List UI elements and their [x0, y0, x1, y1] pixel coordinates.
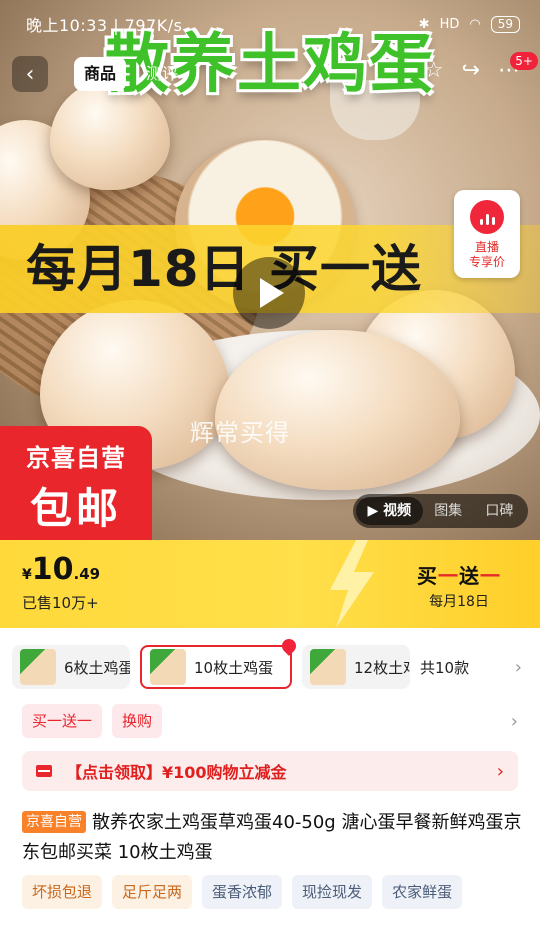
feature-tag: 足斤足两 — [112, 875, 193, 909]
hot-flame-icon — [279, 636, 299, 656]
variant-thumbnail — [310, 649, 346, 685]
back-button[interactable]: ‹ — [12, 56, 48, 92]
variant-thumbnail — [150, 649, 186, 685]
variant-thumbnail — [20, 649, 56, 685]
self-operated-tag: 京喜自营 — [22, 811, 86, 833]
play-button[interactable] — [233, 257, 305, 329]
media-tabs: ▶ 视频 图集 口碑 — [353, 494, 528, 528]
promo-banner-text: 每月18日 买一送 — [26, 240, 422, 298]
lightning-icon — [330, 540, 374, 628]
promo-tag[interactable]: 买一送一 — [22, 704, 103, 738]
wifi-icon: ◠ — [469, 16, 481, 32]
price-decimal: .49 — [73, 565, 101, 583]
variant-option[interactable]: 12枚土鸡 — [302, 645, 410, 689]
live-price-card[interactable]: 直播 专享价 — [454, 190, 520, 278]
feature-tag: 现捡现发 — [292, 875, 373, 909]
variant-option[interactable]: 6枚土鸡蛋 — [12, 645, 130, 689]
price-integer: 10 — [31, 552, 74, 587]
favorite-star-icon[interactable]: ☆ — [424, 58, 444, 83]
coupon-text: 【点击领取】¥100购物立减金 — [66, 763, 287, 782]
nav-tabs: 商品 测评 — [74, 57, 188, 91]
chevron-right-icon[interactable]: › — [511, 711, 518, 732]
tab-product[interactable]: 商品 — [74, 57, 127, 91]
feature-tag: 坏损包退 — [22, 875, 103, 909]
product-title: 京喜自营 散养农家土鸡蛋草鸡蛋40-50g 溏心蛋早餐新鲜鸡蛋京东包邮买菜 10枚… — [22, 808, 522, 868]
variant-label: 10枚土鸡蛋 — [194, 658, 274, 677]
play-icon — [260, 278, 284, 308]
coupon-icon — [36, 765, 52, 777]
variant-option-selected[interactable]: 10枚土鸡蛋 — [140, 636, 299, 689]
feature-tag: 蛋香浓郁 — [202, 875, 283, 909]
share-icon[interactable]: ↪ — [462, 58, 480, 83]
sold-count: 已售10万+ — [22, 594, 99, 612]
watermark: 辉常买得 — [190, 419, 290, 447]
variant-selector: 6枚土鸡蛋 10枚土鸡蛋 12枚土鸡 共10款 › — [12, 636, 522, 689]
battery-icon: 59 — [490, 15, 520, 33]
feature-tags: 坏损包退 足斤足两 蛋香浓郁 现捡现发 农家鲜蛋 — [22, 875, 463, 909]
media-tab-gallery[interactable]: 图集 — [423, 497, 474, 525]
jingxi-badge-line2: 包邮 — [29, 484, 122, 533]
price: ¥10.49 — [22, 552, 100, 587]
promo-tag[interactable]: 换购 — [112, 704, 163, 738]
media-tab-reviews[interactable]: 口碑 — [474, 497, 525, 525]
chevron-left-icon: ‹ — [25, 61, 35, 87]
bogo-date: 每月18日 — [429, 594, 489, 610]
price-currency: ¥ — [22, 567, 32, 583]
signal-icon: HD — [439, 16, 460, 32]
chevron-right-icon: › — [496, 760, 504, 782]
live-icon — [470, 200, 504, 234]
jingxi-badge: 京喜自营 包邮 — [0, 426, 152, 540]
variant-label: 6枚土鸡蛋 — [64, 658, 130, 677]
media-tab-video[interactable]: ▶ 视频 — [356, 497, 423, 525]
message-count-badge: 5+ — [510, 52, 538, 70]
status-bar: 晚上10:33 | 797K/s ✱ HD ◠ 59 — [0, 0, 540, 48]
bogo-title: 买一送一 — [417, 564, 501, 588]
chevron-right-icon[interactable]: › — [515, 657, 522, 678]
feature-tag: 农家鲜蛋 — [382, 875, 463, 909]
product-title-text: 散养农家土鸡蛋草鸡蛋40-50g 溏心蛋早餐新鲜鸡蛋京东包邮买菜 10枚土鸡蛋 — [22, 812, 522, 863]
live-price-label: 直播 专享价 — [468, 240, 505, 269]
status-time: 晚上10:33 | 797K/s — [26, 16, 183, 35]
variant-count[interactable]: 共10款 — [420, 657, 469, 678]
jingxi-badge-line1: 京喜自营 — [26, 444, 126, 472]
promo-tags[interactable]: 买一送一 换购 › — [22, 704, 518, 738]
bluetooth-icon: ✱ — [418, 16, 430, 32]
nav-actions: ☆ ↪ ⋯ — [424, 58, 520, 83]
tab-review[interactable]: 测评 — [136, 57, 188, 91]
coupon-banner[interactable]: 【点击领取】¥100购物立减金 › — [22, 751, 518, 791]
variant-label: 12枚土鸡 — [354, 658, 410, 677]
bogo-promo[interactable]: 买一送一 每月18日 — [404, 560, 514, 611]
